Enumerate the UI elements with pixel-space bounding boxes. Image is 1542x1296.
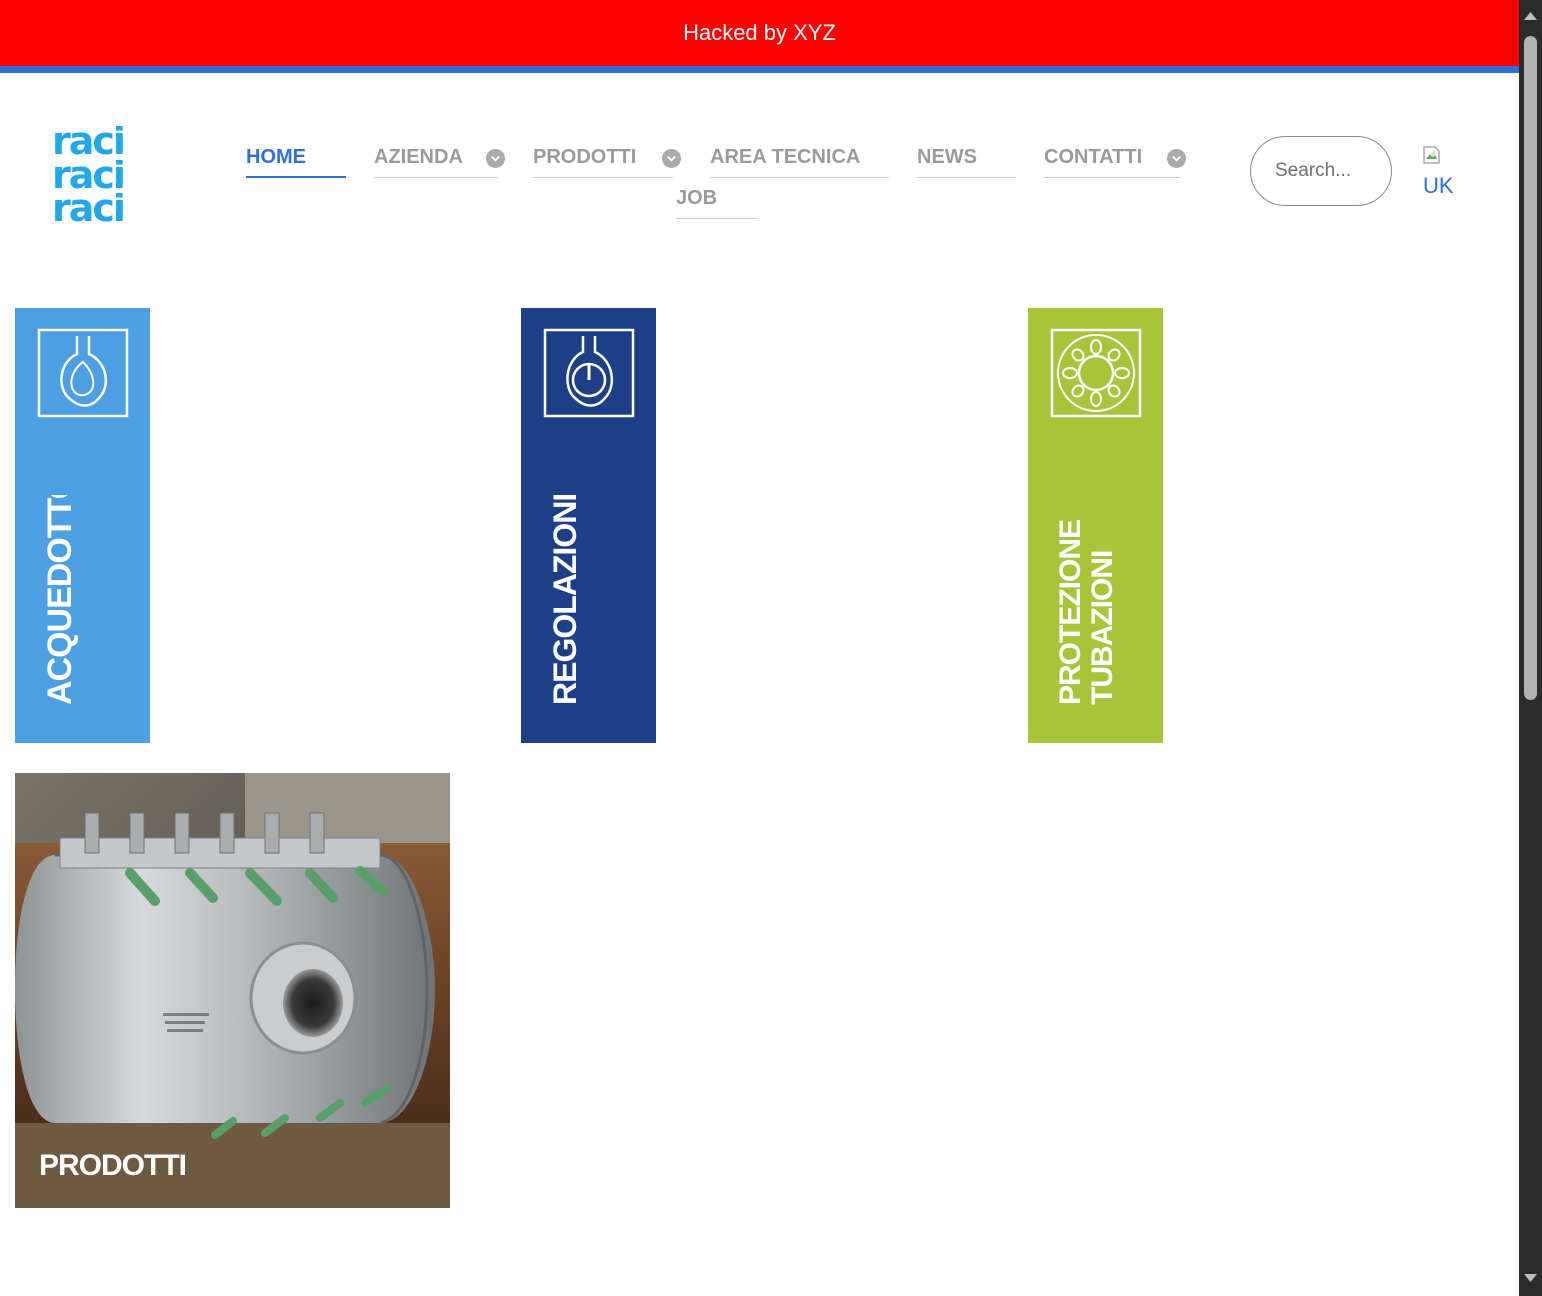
category-tubazioni-text: TUBAZIONI — [1086, 551, 1119, 705]
power-drop-icon — [543, 328, 635, 418]
banner-text: Hacked by XYZ — [683, 20, 836, 45]
category-label: PROTEZIONE TUBAZIONI — [1028, 495, 1163, 725]
category-label: REGOLAZIONE — [521, 481, 656, 725]
azienda-chevron-down-icon[interactable] — [486, 149, 505, 168]
vertical-scrollbar[interactable] — [1519, 0, 1542, 1296]
category-label: ACQUEDOTTO — [15, 473, 150, 725]
contatti-chevron-down-icon[interactable] — [1167, 149, 1186, 168]
nav-azienda-label: AZIENDA — [374, 146, 463, 168]
site-logo[interactable]: raci raci raci — [52, 126, 136, 224]
category-regolazione-text: REGOLAZIONE — [547, 495, 583, 705]
logo-text-3: raci — [52, 193, 126, 224]
nav-contatti-label: CONTATTI — [1044, 146, 1143, 168]
nav-job[interactable]: JOB — [676, 179, 757, 219]
nav-prodotti-label: PRODOTTI — [533, 146, 637, 168]
category-regolazione[interactable]: REGOLAZIONE — [521, 308, 656, 743]
nav-area-tecnica-label: AREA TECNICA — [710, 146, 861, 168]
nav-azienda[interactable]: AZIENDA — [374, 138, 498, 178]
nav-prodotti[interactable]: PRODOTTI — [533, 138, 673, 178]
water-drop-icon — [37, 328, 129, 418]
nav-home[interactable]: HOME — [246, 138, 346, 178]
gear-ring-icon — [1050, 328, 1142, 418]
prodotti-chevron-down-icon[interactable] — [662, 149, 681, 168]
nav-home-label: HOME — [246, 146, 306, 168]
nav-job-label: JOB — [676, 187, 718, 209]
products-photo-caption: PRODOTTI — [39, 1149, 187, 1182]
pipe-clamp-photo — [15, 773, 450, 1208]
banner-accent-line — [0, 66, 1519, 73]
search-input[interactable] — [1250, 136, 1392, 206]
scroll-down-arrow-icon[interactable] — [1523, 1272, 1538, 1284]
logo-text-1: raci — [52, 126, 126, 157]
scroll-up-arrow-icon[interactable] — [1523, 10, 1538, 22]
scrollbar-thumb[interactable] — [1524, 36, 1537, 700]
hacked-banner: Hacked by XYZ — [0, 0, 1519, 66]
nav-contatti[interactable]: CONTATTI — [1044, 138, 1180, 178]
category-acquedotto-text: ACQUEDOTTO — [41, 495, 79, 705]
nav-news-label: NEWS — [917, 146, 977, 168]
language-label: UK — [1423, 173, 1454, 198]
category-protezione-tubazioni[interactable]: PROTEZIONE TUBAZIONI — [1028, 308, 1163, 743]
category-protezione-text: PROTEZIONE — [1054, 520, 1087, 705]
products-photo-tile[interactable]: PRODOTTI — [15, 773, 450, 1208]
nav-area-tecnica[interactable]: AREA TECNICA — [710, 138, 889, 178]
nav-news[interactable]: NEWS — [917, 138, 1016, 178]
logo-text-2: raci — [52, 159, 126, 191]
language-switch[interactable]: UK — [1422, 145, 1462, 198]
category-acquedotto[interactable]: ACQUEDOTTO — [15, 308, 150, 743]
page: Hacked by XYZ raci raci raci HOME AZIEND… — [0, 0, 1519, 1296]
broken-image-icon — [1423, 146, 1440, 164]
